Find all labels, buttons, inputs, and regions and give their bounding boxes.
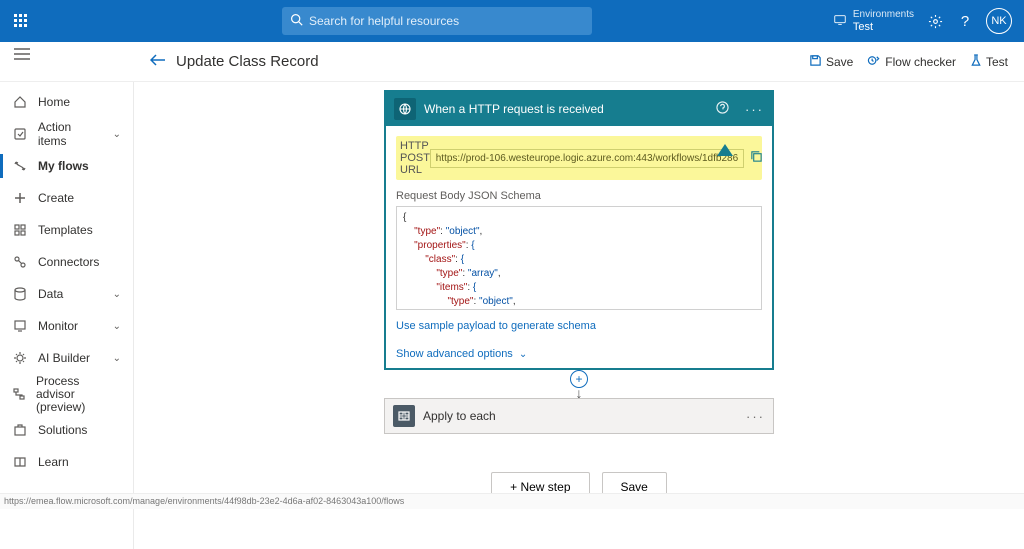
sidebar-item-templates[interactable]: Templates	[0, 214, 133, 246]
copy-icon[interactable]	[750, 150, 763, 166]
action-icon	[12, 127, 28, 141]
chevron-down-icon: ⌄	[113, 129, 121, 140]
connector-icon	[12, 255, 28, 269]
sidebar-item-create[interactable]: Create	[0, 182, 133, 214]
ai-icon	[12, 351, 28, 365]
sidebar-item-my-flows[interactable]: My flows	[0, 150, 133, 182]
sidebar-item-label: Connectors	[38, 255, 99, 269]
chevron-down-icon: ⌄	[113, 321, 121, 332]
search-box[interactable]	[282, 7, 592, 35]
loop-icon	[393, 405, 415, 427]
sidebar-item-label: Create	[38, 191, 74, 205]
url-field-row: HTTP POST URL https://prod-106.westeurop…	[396, 136, 762, 180]
action-card[interactable]: Apply to each ···	[384, 398, 774, 434]
app-header: Environments Test ? NK	[0, 0, 1024, 42]
sidebar-item-label: Monitor	[38, 319, 78, 333]
settings-gear-icon[interactable]	[926, 12, 944, 30]
save-icon	[809, 54, 822, 70]
waffle-menu-icon[interactable]	[0, 14, 42, 28]
sample-payload-link[interactable]: Use sample payload to generate schema	[396, 320, 762, 332]
advisor-icon	[12, 387, 26, 401]
sidebar-item-label: Data	[38, 287, 63, 301]
url-value: https://prod-106.westeurope.logic.azure.…	[436, 153, 738, 164]
solutions-icon	[12, 423, 28, 437]
help-card-icon[interactable]	[716, 101, 729, 117]
advanced-options-link[interactable]: Show advanced options ⌄	[396, 348, 762, 360]
schema-textarea[interactable]: { "type": "object", "properties": { "cla…	[396, 206, 762, 310]
card-menu-icon[interactable]: ···	[746, 409, 765, 424]
action-card-header[interactable]: Apply to each ···	[385, 399, 773, 433]
sidebar-item-process-advisor-preview-[interactable]: Process advisor (preview)	[0, 374, 133, 414]
chevron-down-icon: ⌄	[113, 353, 121, 364]
hamburger-icon[interactable]	[14, 48, 30, 63]
learn-icon	[12, 455, 28, 469]
environment-label: Environments	[853, 9, 914, 21]
flows-icon	[12, 159, 28, 173]
http-icon	[394, 98, 416, 120]
environment-picker[interactable]: Environments Test	[833, 9, 914, 33]
sidebar-item-label: Templates	[38, 223, 93, 237]
back-arrow-icon[interactable]	[150, 54, 166, 69]
environment-value: Test	[853, 21, 914, 33]
save-action[interactable]: Save	[809, 54, 853, 70]
arrow-down-icon: ↓	[576, 388, 583, 398]
chevron-down-icon: ⌄	[519, 349, 527, 360]
left-nav: Home Action items ⌄ My flows Create Templates…	[0, 82, 134, 549]
flow-checker-action[interactable]: Flow checker	[867, 54, 956, 70]
trigger-card[interactable]: When a HTTP request is received ··· HTTP…	[384, 90, 774, 370]
trigger-card-header[interactable]: When a HTTP request is received ···	[386, 92, 772, 126]
sidebar-item-solutions[interactable]: Solutions	[0, 414, 133, 446]
status-bar: https://emea.flow.microsoft.com/manage/e…	[0, 493, 1024, 509]
sidebar-item-label: Solutions	[38, 423, 87, 437]
page-title: Update Class Record	[176, 53, 319, 70]
sidebar-item-monitor[interactable]: Monitor ⌄	[0, 310, 133, 342]
sidebar-item-label: My flows	[38, 159, 89, 173]
sidebar-item-connectors[interactable]: Connectors	[0, 246, 133, 278]
sidebar-item-label: Learn	[38, 455, 69, 469]
flow-canvas: When a HTTP request is received ··· HTTP…	[134, 82, 1024, 549]
sidebar-item-action-items[interactable]: Action items ⌄	[0, 118, 133, 150]
sidebar-item-learn[interactable]: Learn	[0, 446, 133, 478]
sidebar-item-label: Process advisor (preview)	[36, 375, 121, 414]
sidebar-item-ai-builder[interactable]: AI Builder ⌄	[0, 342, 133, 374]
search-input[interactable]	[309, 14, 584, 28]
card-menu-icon[interactable]: ···	[745, 102, 764, 117]
user-avatar[interactable]: NK	[986, 8, 1012, 34]
monitor-icon	[12, 319, 28, 333]
flask-icon	[970, 54, 982, 70]
help-icon[interactable]: ?	[956, 12, 974, 30]
action-title: Apply to each	[423, 409, 738, 423]
sidebar-item-label: Home	[38, 95, 70, 109]
sidebar-item-label: AI Builder	[38, 351, 90, 365]
sidebar-item-label: Action items	[38, 120, 103, 148]
search-icon	[290, 13, 303, 29]
sidebar-item-data[interactable]: Data ⌄	[0, 278, 133, 310]
data-icon	[12, 287, 28, 301]
url-label: HTTP POST URL	[400, 140, 430, 176]
command-bar: Update Class Record Save Flow checker Te…	[0, 42, 1024, 82]
chevron-down-icon: ⌄	[113, 289, 121, 300]
sidebar-item-home[interactable]: Home	[0, 86, 133, 118]
url-value-box[interactable]: https://prod-106.westeurope.logic.azure.…	[430, 149, 744, 168]
template-icon	[12, 223, 28, 237]
trigger-title: When a HTTP request is received	[424, 102, 708, 116]
plus-icon	[12, 191, 28, 205]
schema-label: Request Body JSON Schema	[396, 190, 762, 202]
environment-icon	[833, 13, 847, 30]
flow-checker-icon	[867, 54, 881, 70]
test-action[interactable]: Test	[970, 54, 1008, 70]
home-icon	[12, 95, 28, 109]
